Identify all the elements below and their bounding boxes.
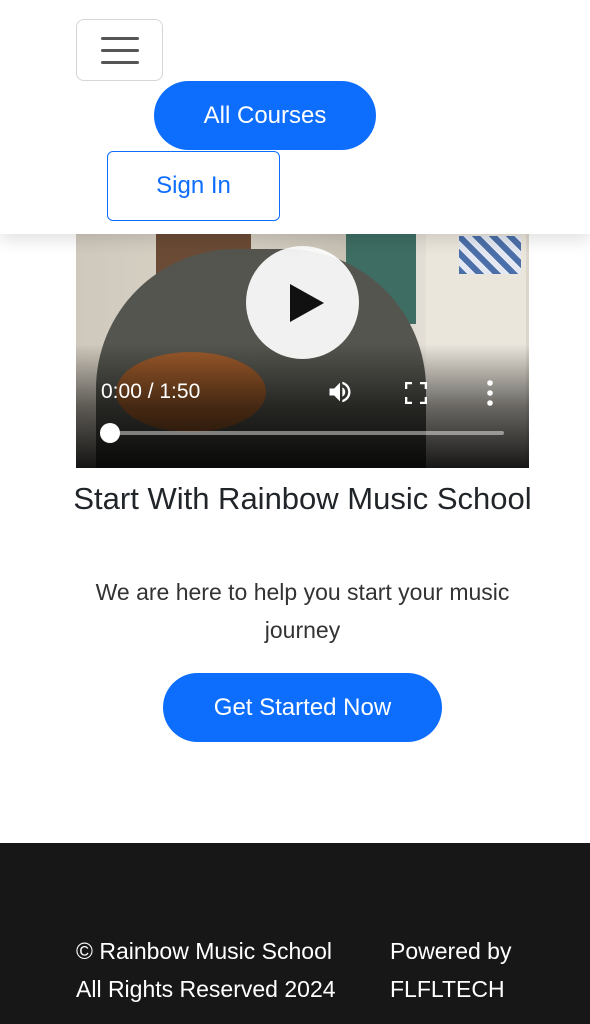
video-progress-handle[interactable] — [100, 423, 120, 443]
all-courses-button[interactable]: All Courses — [154, 81, 376, 150]
site-header: All Courses Sign In — [0, 0, 590, 234]
video-player[interactable]: 0:00 / 1:50 — [76, 234, 529, 468]
hero-subtitle: We are here to help you start your music… — [95, 579, 510, 643]
site-footer: © Rainbow Music School All Rights Reserv… — [0, 843, 590, 1024]
volume-icon[interactable] — [326, 378, 354, 406]
copyright-text: © Rainbow Music School All Rights Reserv… — [76, 938, 336, 1002]
powered-by-text: Powered by FLFLTECH — [390, 938, 512, 1002]
fullscreen-icon[interactable] — [405, 382, 427, 404]
play-icon — [289, 283, 324, 322]
hamburger-menu-button[interactable] — [76, 19, 163, 81]
get-started-button[interactable]: Get Started Now — [163, 673, 442, 742]
hero-title: Start With Rainbow Music School — [73, 481, 532, 516]
hamburger-menu-icon — [100, 36, 139, 40]
sign-in-button[interactable]: Sign In — [107, 151, 280, 221]
play-button[interactable] — [246, 246, 359, 359]
more-options-icon[interactable] — [484, 380, 496, 406]
video-time-display: 0:00 / 1:50 — [101, 380, 201, 403]
video-progress-bar[interactable] — [110, 431, 504, 435]
